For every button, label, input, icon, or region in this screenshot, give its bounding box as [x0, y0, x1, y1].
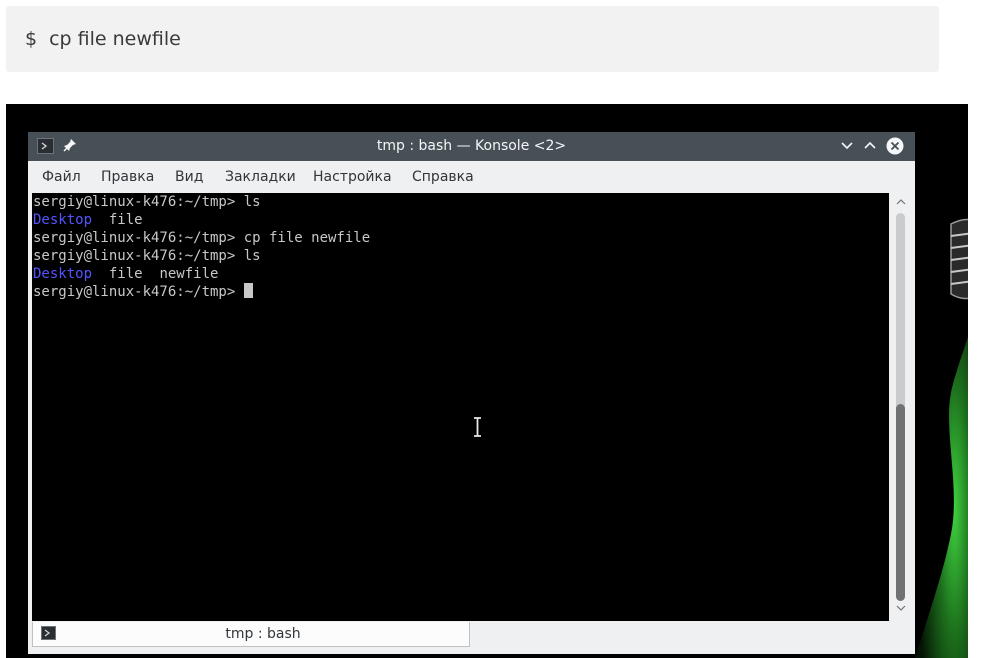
lightbulb-wallpaper — [915, 218, 968, 658]
menu-bookmarks[interactable]: Закладки — [225, 169, 296, 185]
menu-file[interactable]: Файл — [42, 169, 81, 185]
terminal-area[interactable]: sergiy@linux-k476:~/tmp> ls Desktop file… — [32, 193, 889, 621]
menu-edit[interactable]: Правка — [101, 169, 154, 185]
terminal-output: file newfile — [92, 266, 219, 282]
terminal-line: sergiy@linux-k476:~/tmp> cp file newfile — [32, 229, 889, 247]
terminal-line: Desktop file — [32, 211, 889, 229]
code-command: cp file newfile — [49, 28, 181, 50]
menu-settings[interactable]: Настройка — [313, 169, 392, 185]
vertical-scrollbar[interactable] — [889, 193, 915, 621]
code-block: $ cp file newfile — [6, 6, 939, 72]
terminal-dir-output: Desktop — [33, 266, 93, 282]
close-icon[interactable] — [885, 136, 905, 160]
menu-help[interactable]: Справка — [412, 169, 474, 185]
terminal-prompt: sergiy@linux-k476:~/tmp> — [33, 194, 244, 210]
window-titlebar[interactable]: tmp : bash — Konsole <2> — [28, 132, 915, 161]
tab-bar: tmp : bash — [28, 621, 915, 654]
minimize-icon[interactable] — [840, 137, 854, 159]
tab-tmp-bash[interactable]: tmp : bash — [32, 622, 470, 647]
scroll-down-icon[interactable] — [896, 604, 906, 612]
terminal-line: sergiy@linux-k476:~/tmp> ls — [32, 193, 889, 211]
terminal-command: ls — [243, 194, 261, 210]
tab-label: tmp : bash — [225, 626, 301, 642]
text-cursor — [243, 283, 253, 298]
terminal-dir-output: Desktop — [33, 212, 93, 228]
terminal-line: sergiy@linux-k476:~/tmp> — [32, 283, 889, 301]
scroll-up-icon[interactable] — [896, 198, 906, 206]
konsole-window: tmp : bash — Konsole <2> Файл Правка Вид… — [28, 132, 915, 654]
menu-view[interactable]: Вид — [175, 169, 203, 185]
terminal-command: ls — [243, 248, 261, 264]
maximize-icon[interactable] — [863, 137, 877, 159]
terminal-prompt: sergiy@linux-k476:~/tmp> — [33, 248, 244, 264]
terminal-line: Desktop file newfile — [32, 265, 889, 283]
menu-bar: Файл Правка Вид Закладки Настройка Справ… — [28, 161, 915, 193]
terminal-prompt: sergiy@linux-k476:~/tmp> — [33, 230, 244, 246]
scrollbar-thumb[interactable] — [896, 404, 905, 601]
window-title: tmp : bash — Konsole <2> — [376, 138, 567, 154]
terminal-output: file — [92, 212, 143, 228]
shell-prompt-symbol: $ — [25, 28, 38, 50]
terminal-line: sergiy@linux-k476:~/tmp> ls — [32, 247, 889, 265]
mouse-ibeam-icon — [474, 417, 481, 437]
terminal-prompt: sergiy@linux-k476:~/tmp> — [33, 284, 244, 300]
screenshot-image: tmp : bash — Konsole <2> Файл Правка Вид… — [6, 104, 968, 658]
terminal-command: cp file newfile — [243, 230, 371, 246]
